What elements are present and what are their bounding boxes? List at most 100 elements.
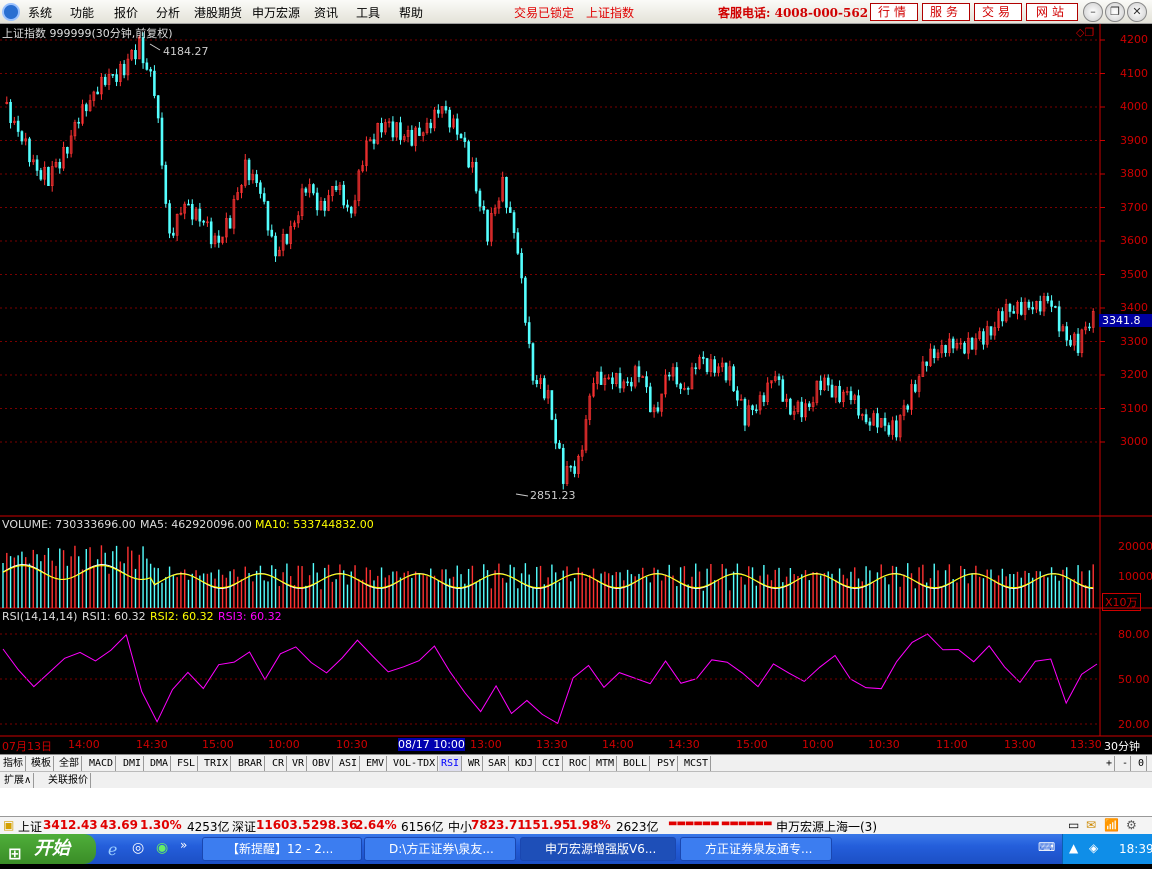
zoom-button[interactable]: - [1120,756,1132,771]
indicator-tab-kdj[interactable]: KDJ [513,756,537,771]
close-icon[interactable]: ✕ [1127,2,1147,22]
menu-hk-futures[interactable]: 港股期货 [194,4,242,21]
indicator-tab-模板[interactable]: 模板 [29,756,54,771]
tray-arrow-icon[interactable]: ▲ [1069,841,1078,855]
indicator-tab-obv[interactable]: OBV [310,756,334,771]
volume-bar [1084,584,1087,608]
volume-bar [698,571,701,608]
task-fangzheng[interactable]: 方正证券泉友通专... [680,837,832,861]
ie-icon[interactable]: ℯ [108,840,117,859]
indicator-tab-trix[interactable]: TRIX [202,756,232,771]
menu-swhy[interactable]: 申万宏源 [252,4,300,21]
candle-body [1050,300,1053,307]
indicator-tab-brar[interactable]: BRAR [236,756,266,771]
app-logo-icon[interactable] [2,3,20,21]
sz-index-name[interactable]: 深证 [232,818,256,835]
start-button[interactable]: ⊞ 开始 [0,834,96,864]
tray-keyboard-icon[interactable]: ⌨ [1038,840,1055,854]
quotes-button[interactable]: 行情 [870,3,918,21]
volume-bar [138,554,140,608]
indicator-tab-wr[interactable]: WR [466,756,484,771]
website-button[interactable]: 网站 [1026,3,1078,21]
period-label[interactable]: 30分钟 [1104,738,1140,754]
indicator-tab-rsi[interactable]: RSI [439,756,463,771]
volume-bar [721,564,723,608]
indicator-tab-emv[interactable]: EMV [364,756,388,771]
chart-toggle-icon[interactable]: ◇❐ [1076,26,1094,39]
zoom-button[interactable]: 0 [1136,756,1148,771]
candle-body [705,358,709,372]
kline-chart-svg[interactable] [0,24,1152,754]
indicator-tab-sar[interactable]: SAR [486,756,510,771]
menu-quotes[interactable]: 报价 [114,4,138,21]
candle-body [463,137,467,142]
volume-bar [286,563,288,608]
volume-bar [1066,567,1068,608]
indicator-tab-boll[interactable]: BOLL [621,756,651,771]
related-quotes-tab[interactable]: 关联报价 [46,773,91,788]
zx-index-name[interactable]: 中小 [448,818,472,835]
menu-system[interactable]: 系统 [28,4,52,21]
indicator-tab-cr[interactable]: CR [270,756,288,771]
volume-bar [89,547,91,608]
hotline-text: 客服电话: 4008-000-562 [718,6,869,20]
indicator-tab-mcst[interactable]: MCST [682,756,712,771]
menu-function[interactable]: 功能 [70,4,94,21]
volume-bar [801,574,803,608]
volume-bar [28,563,31,608]
indicator-tab-dmi[interactable]: DMI [121,756,145,771]
indicator-tab-mtm[interactable]: MTM [594,756,618,771]
menu-tools[interactable]: 工具 [356,4,380,21]
volume-bar [134,568,137,608]
volume-bar [649,582,652,608]
volume-bar [146,558,148,608]
clock[interactable]: 18:39 [1119,842,1152,856]
indicator-tab-dma[interactable]: DMA [148,756,172,771]
volume-bar [997,575,1000,608]
task-folder[interactable]: D:\方正证券\泉友... [364,837,516,861]
chart-area[interactable]: 上证指数 999999(30分钟,前复权) ◇❐ 4184.27 2851.23… [0,24,1152,754]
task-reminder[interactable]: 【新提醒】12 - 2... [202,837,362,861]
task-swhy[interactable]: 申万宏源增强版V6... [520,837,676,861]
tray-network-icon[interactable]: ◈ [1089,841,1098,855]
candle-body [190,203,194,220]
volume-bar [1058,580,1060,608]
menu-help[interactable]: 帮助 [399,4,423,21]
notify-icon[interactable]: ✉ [1086,818,1096,832]
candle-body [209,221,213,245]
indicator-tab-指标[interactable]: 指标 [1,756,26,771]
signal-icon[interactable]: 📶 [1104,818,1119,832]
indicator-tab-fsl[interactable]: FSL [175,756,199,771]
menu-news[interactable]: 资讯 [314,4,338,21]
server-name[interactable]: 申万宏源上海一(3) [776,818,877,835]
sh-index-name[interactable]: 上证 [18,818,42,835]
service-button[interactable]: 服务 [922,3,970,21]
volume-bar [297,565,299,608]
settings-icon[interactable]: ⚙ [1126,818,1137,832]
price-tick: 4100 [1120,66,1148,80]
menu-analysis[interactable]: 分析 [156,4,180,21]
browser-icon[interactable]: ◉ [156,840,168,856]
candle-body [47,166,50,186]
volume-bar [411,577,413,608]
indicator-tab-vr[interactable]: VR [290,756,308,771]
indicator-tab-psy[interactable]: PSY [655,756,679,771]
indicator-tab-macd[interactable]: MACD [87,756,117,771]
indicator-tab-asi[interactable]: ASI [337,756,361,771]
indicator-tab-roc[interactable]: ROC [567,756,591,771]
indicator-tab-全部[interactable]: 全部 [57,756,82,771]
volume-bar [1069,580,1072,608]
volume-bar [615,571,617,608]
expand-tab[interactable]: 扩展∧ [2,773,35,788]
tray-window-icon[interactable]: ▭ [1068,818,1079,832]
ticker-lock-icon[interactable]: ▣ [3,818,14,832]
trade-button[interactable]: 交易 [974,3,1022,21]
minimize-icon[interactable]: – [1083,2,1103,22]
zoom-button[interactable]: + [1104,756,1116,771]
candle-body [543,378,546,399]
chrome-icon[interactable]: ◎ [132,840,144,856]
indicator-tab-cci[interactable]: CCI [540,756,564,771]
quicklaunch-expand-icon[interactable]: » [180,838,187,852]
indicator-tab-vol-tdx[interactable]: VOL-TDX [391,756,439,771]
restore-icon[interactable]: ❐ [1105,2,1125,22]
